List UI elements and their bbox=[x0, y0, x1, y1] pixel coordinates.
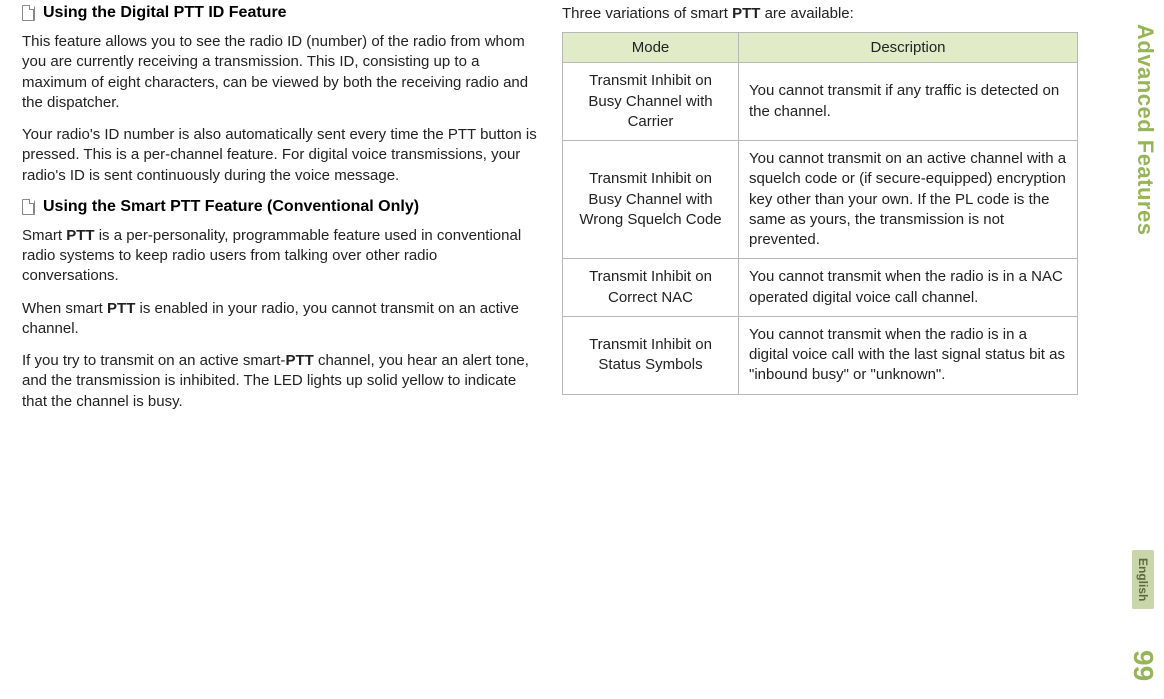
page-icon bbox=[22, 5, 35, 21]
cell-mode: Transmit Inhibit on Busy Channel with Ca… bbox=[563, 63, 739, 141]
text: If you try to transmit on an active smar… bbox=[22, 352, 285, 369]
paragraph: When smart PTT is enabled in your radio,… bbox=[22, 299, 538, 340]
table-row: Transmit Inhibit on Busy Channel with Ca… bbox=[563, 63, 1078, 141]
text: Smart bbox=[22, 227, 66, 244]
heading-text: Using the Smart PTT Feature (Conventiona… bbox=[43, 198, 419, 216]
bold-text: PTT bbox=[732, 5, 760, 22]
bold-text: PTT bbox=[107, 300, 135, 317]
cell-mode: Transmit Inhibit on Busy Channel with Wr… bbox=[563, 141, 739, 259]
cell-mode: Transmit Inhibit on Correct NAC bbox=[563, 259, 739, 317]
page-content: Using the Digital PTT ID Feature This fe… bbox=[0, 0, 1100, 434]
text: Three variations of smart bbox=[562, 5, 732, 22]
text: When smart bbox=[22, 300, 107, 317]
text: is a per-personality, programmable featu… bbox=[22, 227, 521, 285]
table-row: Transmit Inhibit on Busy Channel with Wr… bbox=[563, 141, 1078, 259]
table-header-row: Mode Description bbox=[563, 33, 1078, 63]
cell-description: You cannot transmit when the radio is in… bbox=[739, 316, 1078, 394]
right-rail: Advanced Features English 99 bbox=[1114, 0, 1164, 699]
page-icon bbox=[22, 199, 35, 215]
left-column: Using the Digital PTT ID Feature This fe… bbox=[10, 4, 550, 424]
cell-mode: Transmit Inhibit on Status Symbols bbox=[563, 316, 739, 394]
language-tab: English bbox=[1132, 550, 1154, 609]
heading-smart-ptt: Using the Smart PTT Feature (Conventiona… bbox=[22, 198, 538, 216]
section-title-vertical: Advanced Features bbox=[1132, 24, 1158, 235]
cell-description: You cannot transmit if any traffic is de… bbox=[739, 63, 1078, 141]
th-description: Description bbox=[739, 33, 1078, 63]
paragraph: Your radio's ID number is also automatic… bbox=[22, 125, 538, 186]
table-intro: Three variations of smart PTT are availa… bbox=[562, 4, 1078, 24]
cell-description: You cannot transmit on an active channel… bbox=[739, 141, 1078, 259]
bold-text: PTT bbox=[285, 352, 313, 369]
paragraph: This feature allows you to see the radio… bbox=[22, 32, 538, 113]
cell-description: You cannot transmit when the radio is in… bbox=[739, 259, 1078, 317]
heading-text: Using the Digital PTT ID Feature bbox=[43, 4, 287, 22]
heading-digital-ptt-id: Using the Digital PTT ID Feature bbox=[22, 4, 538, 22]
table-row: Transmit Inhibit on Status Symbols You c… bbox=[563, 316, 1078, 394]
page-number: 99 bbox=[1127, 650, 1159, 681]
th-mode: Mode bbox=[563, 33, 739, 63]
text: are available: bbox=[760, 5, 853, 22]
bold-text: PTT bbox=[66, 227, 94, 244]
table-row: Transmit Inhibit on Correct NAC You cann… bbox=[563, 259, 1078, 317]
right-column: Three variations of smart PTT are availa… bbox=[550, 4, 1090, 424]
paragraph: Smart PTT is a per-personality, programm… bbox=[22, 226, 538, 287]
smart-ptt-table: Mode Description Transmit Inhibit on Bus… bbox=[562, 32, 1078, 394]
paragraph: If you try to transmit on an active smar… bbox=[22, 351, 538, 412]
